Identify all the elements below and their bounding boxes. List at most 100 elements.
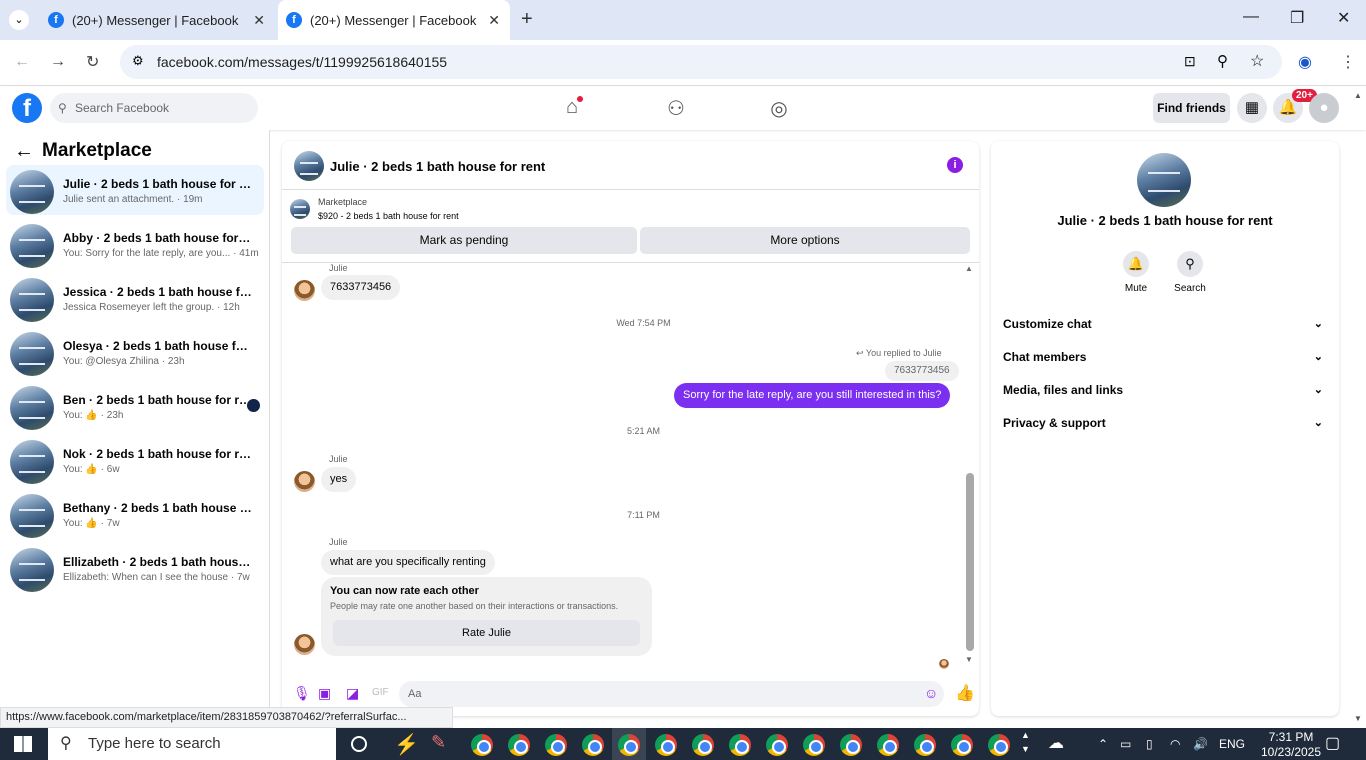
listing-thumbnail[interactable] [290, 199, 310, 219]
chrome-app-icon[interactable] [692, 734, 714, 756]
menu-grid-icon[interactable]: ▦ [1237, 93, 1267, 123]
conversation-item[interactable]: Nok · 2 beds 1 bath house for rent You: … [6, 435, 264, 485]
facebook-search-input[interactable]: ⚲ Search Facebook [50, 93, 258, 123]
profile-avatar[interactable] [1137, 153, 1191, 207]
taskbar-scroll-icon[interactable]: ▲ ▼ [1021, 728, 1030, 760]
page-scroll-down-icon[interactable]: ▼ [1354, 714, 1362, 723]
windows-start-icon[interactable] [14, 736, 32, 752]
facebook-logo-icon[interactable]: f [12, 93, 42, 123]
close-window-icon[interactable]: ✕ [1337, 8, 1350, 28]
back-arrow-icon[interactable]: ← [14, 140, 34, 163]
chrome-app-icon[interactable] [655, 734, 677, 756]
chrome-app-icon[interactable] [582, 734, 604, 756]
app-bolt-icon[interactable]: ⚡ [394, 732, 419, 757]
zoom-icon[interactable]: ⚲ [1217, 52, 1228, 70]
browser-tab-2[interactable]: f (20+) Messenger | Facebook ✕ [278, 0, 510, 40]
conversation-info-icon[interactable]: i [947, 157, 963, 173]
home-icon[interactable]: ⌂ [559, 96, 585, 120]
chrome-app-icon[interactable] [914, 734, 936, 756]
new-tab-button[interactable]: + [521, 8, 533, 31]
message-scrollbar[interactable]: ▲ ▼ [965, 261, 975, 665]
chat-members-section[interactable]: Chat members ⌄ [1003, 350, 1329, 370]
conversation-item[interactable]: Bethany · 2 beds 1 bath house for r... Y… [6, 489, 264, 539]
profile-icon[interactable]: ◉ [1298, 52, 1312, 72]
weather-icon[interactable]: ☁ [1048, 728, 1064, 760]
gif-icon[interactable]: GIF [372, 687, 389, 698]
chrome-app-icon[interactable] [729, 734, 751, 756]
conversation-item[interactable]: Jessica · 2 beds 1 bath house for re... … [6, 273, 264, 323]
close-tab-icon[interactable]: ✕ [253, 12, 265, 29]
chrome-menu-icon[interactable]: ⋮ [1340, 52, 1356, 72]
show-hidden-icons[interactable]: ⌃ [1098, 728, 1108, 760]
back-icon[interactable]: ← [14, 53, 30, 71]
minimize-window-icon[interactable]: — [1243, 8, 1259, 26]
microphone-icon[interactable]: 🎙 [293, 685, 311, 702]
privacy-support-section[interactable]: Privacy & support ⌄ [1003, 416, 1329, 436]
conversation-item[interactable]: Julie · 2 beds 1 bath house for rent Jul… [6, 165, 264, 215]
chrome-app-icon[interactable] [618, 734, 640, 756]
account-avatar[interactable]: ● [1309, 93, 1339, 123]
quoted-message[interactable]: 7633773456 [885, 361, 959, 381]
scroll-down-icon[interactable]: ▼ [965, 655, 973, 664]
battery-icon[interactable]: ▭ [1120, 728, 1131, 760]
message-bubble[interactable]: what are you specifically renting [321, 550, 495, 575]
site-info-icon[interactable]: ⚙ [132, 53, 144, 69]
reload-icon[interactable]: ↻ [86, 52, 99, 72]
chrome-app-icon[interactable] [545, 734, 567, 756]
language-indicator[interactable]: ENG [1219, 728, 1245, 760]
find-friends-button[interactable]: Find friends [1153, 93, 1230, 123]
device-icon[interactable]: ▯ [1146, 728, 1153, 760]
chrome-app-icon[interactable] [988, 734, 1010, 756]
message-bubble[interactable]: 7633773456 [321, 275, 401, 300]
chat-title[interactable]: Julie · 2 beds 1 bath house for rent [330, 159, 545, 174]
task-view-icon[interactable] [351, 736, 367, 752]
volume-icon[interactable]: 🔊 [1193, 728, 1208, 760]
mark-as-pending-button[interactable]: Mark as pending [291, 227, 637, 254]
my-message-bubble[interactable]: Sorry for the late reply, are you still … [674, 383, 951, 408]
customize-chat-section[interactable]: Customize chat ⌄ [1003, 317, 1329, 337]
chrome-app-icon[interactable] [877, 734, 899, 756]
tab-search-button[interactable]: ⌄ [9, 10, 29, 30]
taskbar-search-input[interactable]: ⚲ Type here to search [48, 728, 336, 760]
wifi-icon[interactable]: ◠ [1170, 728, 1180, 760]
chrome-app-icon[interactable] [471, 734, 493, 756]
notifications-center-icon[interactable]: ▢ [1325, 728, 1340, 760]
conversation-item[interactable]: Ben · 2 beds 1 bath house for rent You: … [6, 381, 264, 431]
like-thumb-icon[interactable]: 👍 [955, 683, 975, 703]
page-scroll-up-icon[interactable]: ▲ [1354, 91, 1362, 100]
rate-julie-button[interactable]: Rate Julie [333, 620, 640, 646]
emoji-icon[interactable]: ☺ [924, 685, 938, 701]
scroll-up-icon[interactable]: ▲ [965, 264, 973, 273]
forward-icon[interactable]: → [50, 53, 66, 71]
groups-icon[interactable]: ◎ [766, 96, 792, 120]
restore-window-icon[interactable]: ❐ [1290, 8, 1304, 28]
install-app-icon[interactable]: ⊡ [1184, 53, 1196, 70]
sticker-icon[interactable]: ◪ [346, 685, 359, 702]
chrome-app-icon[interactable] [803, 734, 825, 756]
browser-tab-1[interactable]: f (20+) Messenger | Facebook ✕ [40, 0, 275, 40]
media-files-links-section[interactable]: Media, files and links ⌄ [1003, 383, 1329, 403]
mute-button[interactable]: 🔔 Mute [1111, 251, 1161, 294]
conversation-item[interactable]: Ellizabeth · 2 beds 1 bath house fo... E… [6, 543, 264, 593]
search-button[interactable]: ⚲ Search [1165, 251, 1215, 294]
chrome-app-icon[interactable] [840, 734, 862, 756]
photo-icon[interactable]: ▣ [318, 685, 331, 702]
chrome-app-icon[interactable] [766, 734, 788, 756]
chrome-app-icon[interactable] [951, 734, 973, 756]
friends-icon[interactable]: ⚇ [663, 96, 689, 120]
message-input[interactable]: Aa [399, 681, 944, 707]
app-paint-icon[interactable]: ✎ [431, 732, 446, 753]
chat-avatar[interactable] [294, 151, 324, 181]
conversation-item[interactable]: Abby · 2 beds 1 bath house for rent You:… [6, 219, 264, 269]
url-text[interactable]: facebook.com/messages/t/1199925618640155 [157, 54, 447, 70]
message-bubble[interactable]: yes [321, 467, 357, 492]
scrollbar-thumb[interactable] [966, 473, 974, 651]
clock[interactable]: 7:31 PM 10/23/2025 [1259, 730, 1323, 760]
chrome-app-icon[interactable] [508, 734, 530, 756]
more-options-button[interactable]: More options [640, 227, 970, 254]
address-bar[interactable]: ⚙ facebook.com/messages/t/11999256186401… [120, 45, 1282, 79]
bookmark-star-icon[interactable]: ☆ [1250, 51, 1264, 71]
conversation-item[interactable]: Olesya · 2 beds 1 bath house for rent Yo… [6, 327, 264, 377]
listing-price-title[interactable]: $920 - 2 beds 1 bath house for rent [318, 211, 459, 221]
close-tab-icon[interactable]: ✕ [488, 12, 500, 29]
